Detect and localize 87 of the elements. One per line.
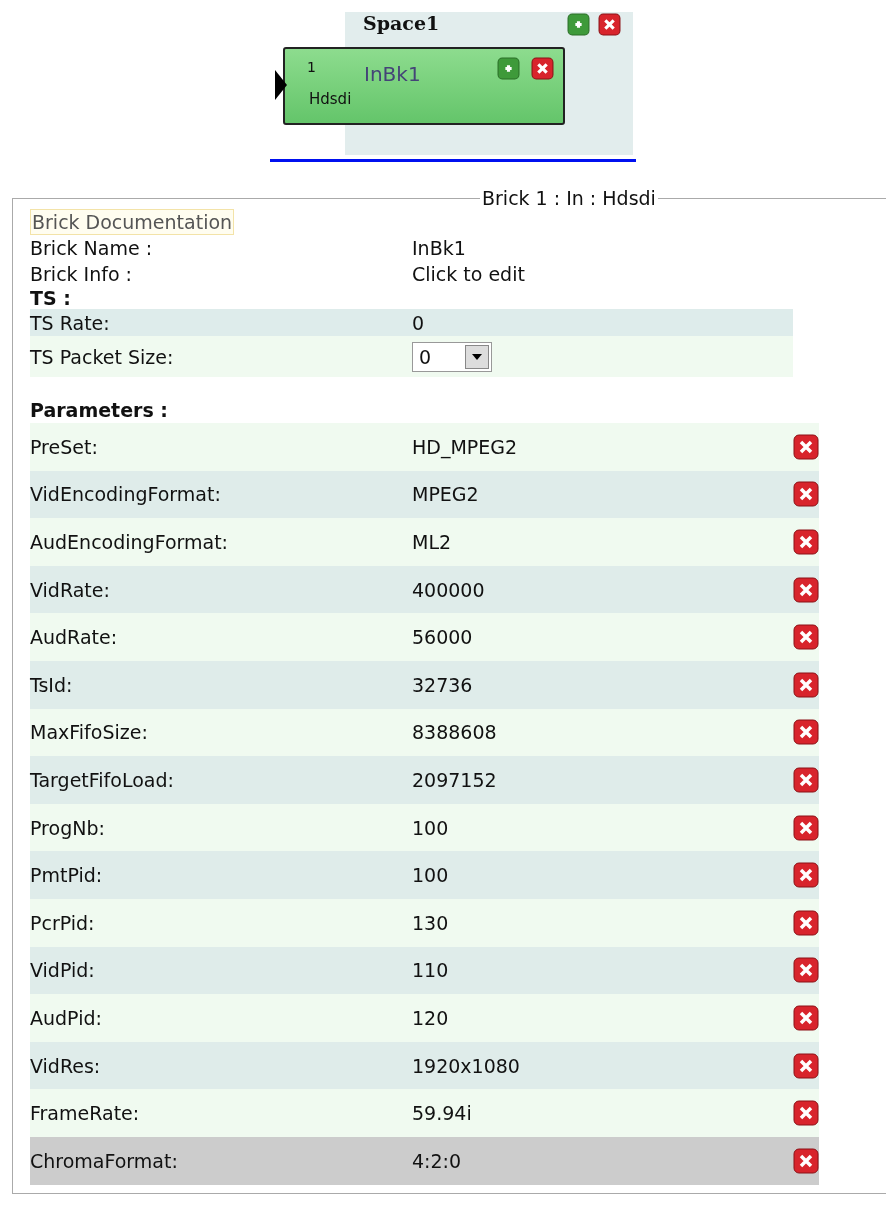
parameter-value: 2097152 (412, 768, 498, 791)
delete-icon[interactable] (793, 671, 819, 698)
delete-icon[interactable] (793, 1004, 819, 1031)
parameter-row[interactable]: VidRate: 400000 (30, 565, 819, 614)
delete-icon[interactable] (793, 529, 819, 555)
parameter-row[interactable]: PreSet: HD_MPEG2 (30, 423, 819, 471)
delete-icon[interactable] (793, 481, 819, 508)
parameter-value: 400000 (412, 578, 486, 601)
field-label: Brick Name : (30, 237, 154, 259)
field-label: TS Packet Size: (30, 345, 175, 368)
parameter-row[interactable]: PmtPid: 100 (30, 851, 819, 899)
parameter-row[interactable]: VidRes: 1920x1080 (30, 1041, 819, 1090)
parameter-row[interactable]: VidEncodingFormat: MPEG2 (30, 470, 819, 519)
section-heading: TS : (30, 287, 72, 309)
parameter-row[interactable]: AudPid: 120 (30, 994, 819, 1042)
parameter-value: 59.94i (412, 1102, 473, 1125)
parameter-row[interactable]: TargetFifoLoad: 2097152 (30, 756, 819, 804)
parameter-name: PcrPid: (30, 911, 96, 934)
delete-icon[interactable] (793, 957, 819, 984)
parameter-value: 120 (412, 1006, 450, 1029)
parameter-value: 8388608 (412, 721, 498, 744)
parameter-name: TsId: (30, 673, 74, 696)
delete-icon[interactable] (793, 1100, 819, 1127)
parameter-row[interactable]: MaxFifoSize: 8388608 (30, 708, 819, 757)
delete-icon[interactable] (793, 766, 819, 793)
parameter-name: AudRate: (30, 626, 119, 649)
parameter-name: VidPid: (30, 959, 96, 982)
parameter-name: VidRes: (30, 1054, 102, 1077)
panel-legend: Brick 1 : In : Hdsdi (480, 187, 658, 209)
parameter-row[interactable]: ChromaFormat: 4:2:0 (30, 1136, 819, 1185)
delete-icon[interactable] (793, 1052, 819, 1079)
parameter-value: HD_MPEG2 (412, 435, 519, 458)
parameter-name: PreSet: (30, 435, 99, 458)
parameter-name: VidRate: (30, 578, 111, 601)
delete-icon[interactable] (793, 862, 819, 889)
space-title: Space1 (363, 12, 440, 34)
brick-type: Hdsdi (309, 90, 352, 108)
parameter-row[interactable]: FrameRate: 59.94i (30, 1089, 819, 1137)
parameter-row[interactable]: AudRate: 56000 (30, 613, 819, 661)
parameter-value: 110 (412, 959, 450, 982)
parameter-row[interactable]: PcrPid: 130 (30, 898, 819, 947)
parameter-value: 130 (412, 911, 450, 934)
parameter-name: FrameRate: (30, 1102, 141, 1125)
delete-icon[interactable] (793, 624, 819, 651)
parameter-name: ChromaFormat: (30, 1149, 179, 1172)
parameter-value: 100 (412, 816, 450, 839)
parameter-name: PmtPid: (30, 864, 104, 887)
delete-icon[interactable] (793, 1147, 819, 1174)
parameter-name: AudEncodingFormat: (30, 531, 229, 553)
parameter-name: ProgNb: (30, 816, 106, 839)
parameter-value: MPEG2 (412, 483, 480, 506)
field-label: TS Rate: (30, 311, 111, 334)
brick-number: 1 (307, 59, 316, 75)
field-value: Click to edit (412, 263, 526, 285)
caret-icon (472, 353, 482, 360)
field-value: InBk1 (412, 237, 467, 259)
parameter-value: 56000 (412, 626, 474, 649)
parameter-row[interactable]: TsId: 32736 (30, 660, 819, 709)
brick-node[interactable] (283, 47, 565, 125)
packet-size-dropdown[interactable]: 0 (412, 341, 492, 372)
parameter-name: MaxFifoSize: (30, 721, 149, 744)
delete-icon[interactable] (793, 576, 819, 603)
delete-icon[interactable] (793, 433, 819, 460)
delete-icon[interactable] (793, 909, 819, 936)
parameter-value: 100 (412, 864, 450, 887)
parameter-value: 4:2:0 (412, 1149, 463, 1172)
field-label: Brick Info : (30, 263, 133, 285)
parameter-value: 32736 (412, 673, 474, 696)
input-port-icon (275, 70, 287, 100)
field-value: 0 (412, 311, 426, 334)
parameter-name: AudPid: (30, 1006, 103, 1029)
close-icon[interactable] (598, 13, 621, 36)
section-heading: Parameters : (30, 398, 169, 423)
delete-icon[interactable] (793, 814, 819, 841)
close-icon[interactable] (531, 57, 554, 80)
parameter-row[interactable]: ProgNb: 100 (30, 803, 819, 852)
parameter-row[interactable]: VidPid: 110 (30, 946, 819, 995)
parameter-row[interactable]: AudEncodingFormat: ML2 (30, 518, 819, 566)
add-icon[interactable] (567, 13, 590, 36)
parameter-value: ML2 (412, 531, 453, 553)
parameter-value: 1920x1080 (412, 1054, 521, 1077)
brick-name: InBk1 (364, 62, 421, 86)
parameter-name: TargetFifoLoad: (30, 768, 175, 791)
parameter-name: VidEncodingFormat: (30, 483, 222, 506)
add-icon[interactable] (497, 57, 520, 80)
delete-icon[interactable] (793, 719, 819, 746)
documentation-link[interactable]: Brick Documentation (30, 209, 235, 235)
